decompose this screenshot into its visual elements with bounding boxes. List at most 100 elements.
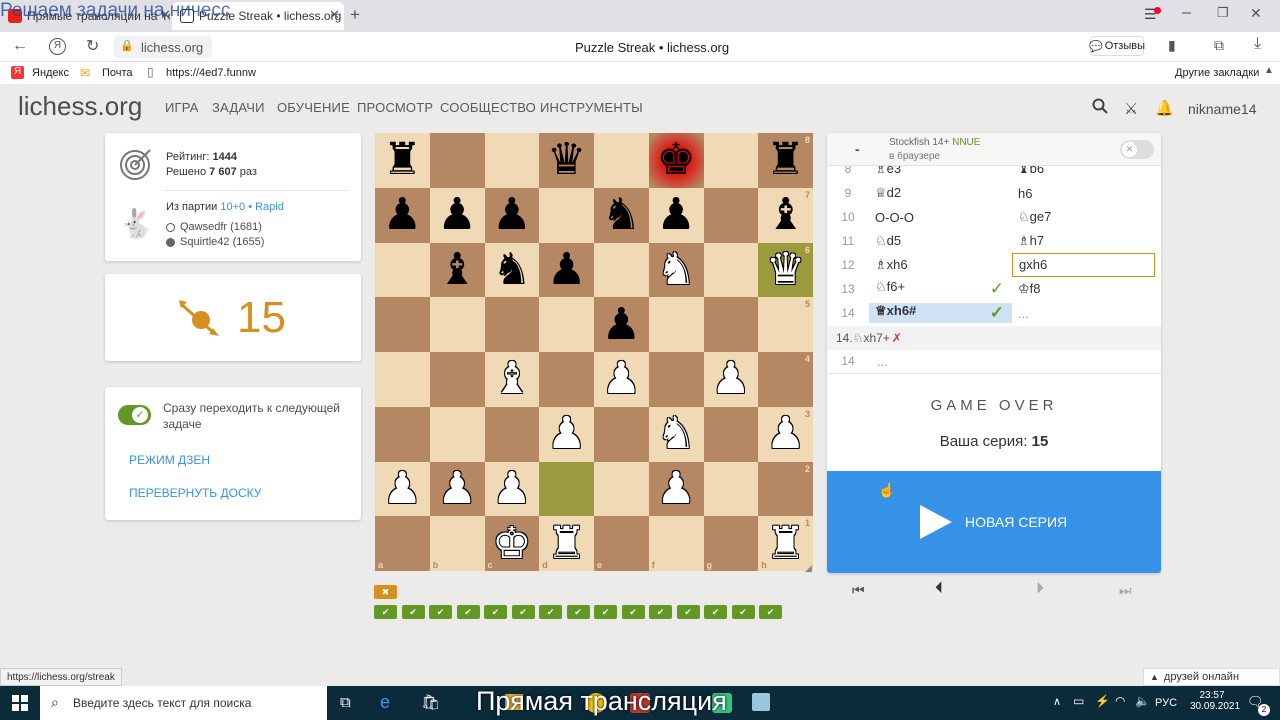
square-c7[interactable]: ♟ <box>484 187 540 243</box>
square-e2[interactable] <box>594 461 649 517</box>
store-icon[interactable]: 🛍 <box>421 693 440 711</box>
other-bookmarks[interactable]: Другие закладки <box>1175 67 1259 79</box>
nav-play[interactable]: ИГРА <box>165 100 199 115</box>
black-player[interactable]: Squirtle42 (1655) <box>180 236 264 248</box>
network-icon[interactable]: ▭ <box>1073 694 1084 708</box>
square-c2[interactable]: ♟ <box>484 461 540 517</box>
white-pawn-icon[interactable]: ♟ <box>437 466 476 511</box>
square-f4[interactable] <box>648 352 704 407</box>
square-d5[interactable] <box>539 297 594 352</box>
square-e5[interactable]: ♟ <box>594 297 649 352</box>
black-pawn-icon[interactable]: ♟ <box>492 193 531 237</box>
auto-next-label[interactable]: Сразу переходить к следующей задаче <box>163 400 353 432</box>
square-h4[interactable]: 4 <box>758 352 813 407</box>
white-player[interactable]: Qawsedfr (1681) <box>180 221 262 233</box>
wifi-icon[interactable]: ◠ <box>1115 694 1125 708</box>
square-b4[interactable] <box>429 352 485 407</box>
last-move-icon[interactable]: ⏭ <box>1119 582 1132 599</box>
white-move[interactable]: ♗xh6 <box>869 257 1012 273</box>
black-move[interactable]: ♘ge7 <box>1012 209 1155 225</box>
result-solved-icon[interactable]: ✔ <box>539 605 562 619</box>
white-move[interactable]: ♘d5 <box>869 233 1012 249</box>
black-pawn-icon[interactable]: ♟ <box>656 193 695 237</box>
square-a3[interactable] <box>375 406 430 462</box>
nav-watch[interactable]: ПРОСМОТР <box>357 100 433 115</box>
variation-line[interactable]: 14.♘xh7+ ✗ <box>827 326 1161 350</box>
black-queen-icon[interactable]: ♛ <box>547 138 586 182</box>
square-b5[interactable] <box>429 297 485 352</box>
swords-icon[interactable]: ⚔ <box>1124 99 1138 119</box>
black-rook-icon[interactable]: ♜ <box>383 138 422 182</box>
square-c4[interactable]: ♝ <box>484 352 540 407</box>
power-icon[interactable]: ⚡ <box>1095 694 1110 708</box>
resize-handle-icon[interactable]: ◢ <box>805 563 812 574</box>
black-move[interactable]: h6 <box>1012 186 1155 201</box>
back-icon[interactable]: ← <box>12 37 28 55</box>
engine-collapse[interactable]: - <box>855 141 860 157</box>
app-icon[interactable] <box>752 693 770 711</box>
square-a5[interactable] <box>375 297 430 352</box>
tray-chevron-icon[interactable]: ∧ <box>1053 695 1061 708</box>
task-view-icon[interactable]: ⧉ <box>340 694 351 711</box>
square-g4[interactable]: ♟ <box>703 352 759 407</box>
black-knight-icon[interactable]: ♞ <box>602 193 641 237</box>
black-move[interactable]: gxh6 <box>1012 253 1155 277</box>
square-e4[interactable]: ♟ <box>594 352 649 407</box>
square-f6[interactable]: ♞ <box>648 242 704 298</box>
chevron-up-icon[interactable]: ▲ <box>1264 65 1274 76</box>
square-g8[interactable] <box>703 133 759 188</box>
result-solved-icon[interactable]: ✔ <box>566 605 590 619</box>
square-f2[interactable]: ♟ <box>648 461 704 517</box>
square-b1[interactable]: b <box>429 516 485 571</box>
nav-tools[interactable]: ИНСТРУМЕНТЫ <box>540 100 643 115</box>
white-king-icon[interactable]: ♚ <box>492 521 531 566</box>
square-h2[interactable]: 2 <box>758 461 813 517</box>
result-solved-icon[interactable]: ✔ <box>374 605 397 619</box>
download-icon[interactable]: ⤓ <box>1254 35 1261 53</box>
tab-close-icon[interactable]: ✕ <box>329 7 340 23</box>
white-pawn-icon[interactable]: ♟ <box>547 412 586 456</box>
square-g7[interactable] <box>703 187 759 243</box>
black-move[interactable]: ... <box>1012 306 1155 321</box>
bell-icon[interactable]: 🔔 <box>1155 99 1174 117</box>
white-rook-icon[interactable]: ♜ <box>766 521 805 566</box>
square-g2[interactable] <box>703 461 759 517</box>
black-pawn-icon[interactable]: ♟ <box>437 193 476 237</box>
nav-community[interactable]: СООБЩЕСТВО <box>440 100 536 115</box>
white-knight-icon[interactable]: ♞ <box>656 247 695 292</box>
square-g3[interactable] <box>703 406 759 462</box>
black-move[interactable]: ♗h7 <box>1012 233 1155 249</box>
black-pawn-icon[interactable]: ♟ <box>383 193 422 237</box>
game-link[interactable]: 10+0 • Rapid <box>220 201 283 213</box>
prev-move-icon[interactable]: ⏴ <box>935 580 943 598</box>
square-d4[interactable] <box>539 352 594 407</box>
square-c5[interactable] <box>484 297 540 352</box>
square-a1[interactable]: a <box>375 516 430 571</box>
first-move-icon[interactable]: ⏮ <box>852 582 865 599</box>
square-b8[interactable] <box>429 133 485 188</box>
square-c1[interactable]: ♚ c <box>484 516 540 571</box>
black-king-icon[interactable]: ♚ <box>656 138 695 182</box>
username[interactable]: nikname14 <box>1188 101 1257 117</box>
nav-puzzles[interactable]: ЗАДАЧИ <box>212 100 265 115</box>
square-c3[interactable] <box>484 406 540 462</box>
square-h8[interactable]: ♜ 8 <box>758 133 813 188</box>
square-a2[interactable]: ♟ <box>375 461 430 517</box>
square-g1[interactable]: g <box>703 516 759 571</box>
site-logo[interactable]: lichess.org <box>18 91 142 122</box>
result-solved-icon[interactable]: ✔ <box>704 605 727 619</box>
windows-start-icon[interactable] <box>12 695 28 716</box>
square-e1[interactable]: e <box>594 516 649 571</box>
white-pawn-icon[interactable]: ♟ <box>492 466 531 511</box>
square-b6[interactable]: ♝ <box>429 242 485 298</box>
square-d8[interactable]: ♛ <box>539 133 594 188</box>
square-d7[interactable] <box>539 187 594 243</box>
variation-move[interactable]: 14.♘xh7+ <box>836 331 890 345</box>
language-indicator[interactable]: РУС <box>1155 697 1177 709</box>
square-f7[interactable]: ♟ <box>648 187 704 243</box>
yandex-icon[interactable]: Я <box>49 38 66 55</box>
feedback-button[interactable]: 💬 Отзывы <box>1089 36 1145 56</box>
square-d1[interactable]: ♜ d <box>539 516 594 571</box>
square-b3[interactable] <box>429 406 485 462</box>
black-move[interactable]: ♔f8 <box>1012 281 1155 297</box>
